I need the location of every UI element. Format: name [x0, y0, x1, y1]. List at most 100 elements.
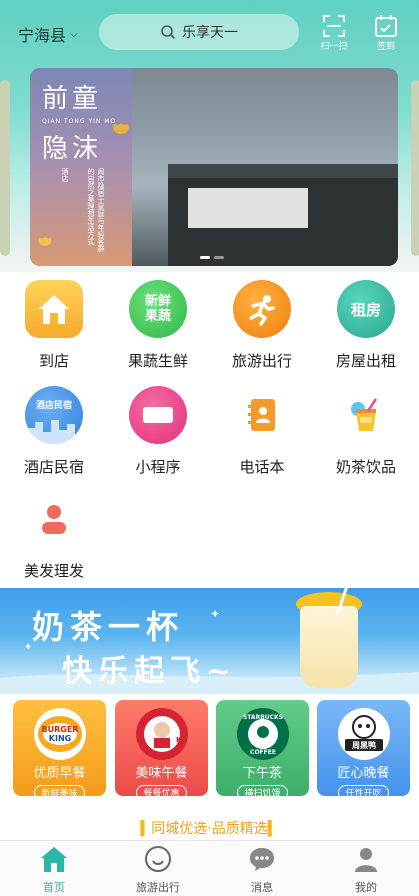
burger-king-logo-icon: BURGER KING [33, 708, 86, 760]
category-fresh-produce[interactable]: 新鲜果蔬 果蔬生鲜 [106, 280, 210, 371]
header: 宁海县 ⌵ 乐享天一 扫一扫 签到 前童 QIAN TONG YIN MO 隐沫… [0, 0, 419, 272]
category-travel[interactable]: 旅游出行 [210, 280, 314, 371]
card-title: 匠心晚餐 [337, 766, 390, 781]
category-label: 房屋出租 [335, 352, 396, 370]
city-selector[interactable]: 宁海县 ⌵ [18, 22, 78, 46]
nav-home[interactable]: 首页 [2, 845, 106, 895]
starbucks-logo-icon: STARBUCKS COFFEE [236, 708, 289, 760]
fresh-produce-badge: 新鲜果蔬 [144, 294, 171, 324]
home-icon [41, 847, 67, 872]
search-icon [161, 25, 176, 40]
nav-label: 首页 [43, 881, 65, 894]
card-title: 优质早餐 [33, 766, 86, 781]
promo-banner[interactable]: 前童 QIAN TONG YIN MO 隐沫 酒店 闹市隐居于家庭与年轻客群的自… [30, 68, 398, 266]
svg-text:BURGER: BURGER [41, 725, 78, 734]
banner-peek-left [0, 80, 10, 256]
svg-text:COFFEE: COFFEE [250, 749, 276, 756]
nav-label: 我的 [355, 881, 377, 894]
nav-mine[interactable]: 我的 [314, 845, 418, 895]
house-icon [25, 280, 83, 338]
category-hair-salon[interactable]: 美发理发 [2, 490, 106, 581]
zhouheiya-logo-icon: 周黑鸭 [337, 708, 390, 760]
banner-text-panel: 前童 QIAN TONG YIN MO 隐沫 酒店 闹市隐居于家庭与年轻客群的自… [30, 68, 132, 266]
banner-peek-right [411, 80, 419, 256]
carousel-dot [200, 256, 210, 259]
banner-title-2: 隐沫 [42, 134, 103, 164]
category-label: 旅游出行 [231, 352, 292, 370]
bottom-nav: 首页 旅游出行 消息 我的 [0, 840, 419, 896]
hotel-icon: 酒店民宿 [25, 386, 83, 444]
search-query: 乐享天一 [182, 25, 238, 41]
nav-label: 旅游出行 [136, 881, 180, 894]
checkin-button[interactable]: 签到 [368, 14, 404, 52]
fresh-produce-icon: 新鲜果蔬 [129, 280, 187, 338]
chevron-down-icon: ⌵ [70, 28, 78, 40]
slogan-bars-right-icon: ▍ [267, 821, 279, 837]
carousel-dot [214, 256, 224, 259]
svg-text:✦: ✦ [210, 607, 220, 621]
drink-icon [337, 386, 395, 444]
category-label: 小程序 [135, 458, 181, 476]
slogan: ▍同城优选·品质精选▍ [0, 818, 419, 838]
scan-icon [323, 15, 345, 37]
calendar-check-icon [375, 15, 397, 37]
category-grid: 到店 新鲜果蔬 果蔬生鲜 旅游出行 租房 房屋出租 酒店民宿 酒店民宿 小程序 [0, 272, 419, 588]
milk-tea-line2: 快乐起飞~ [62, 654, 238, 689]
kfc-logo-icon: KFC [135, 708, 188, 760]
category-label: 到店 [38, 352, 69, 370]
category-label: 电话本 [239, 458, 285, 476]
category-label: 美发理发 [23, 562, 84, 580]
category-mini-program[interactable]: 小程序 [106, 386, 210, 477]
svg-text:STARBUCKS: STARBUCKS [242, 714, 282, 721]
food-section: BURGERKING 优质早餐 新鲜美味 KFC 美味午餐 餐餐优惠 STARB… [0, 694, 419, 840]
svg-text:周黑鸭: 周黑鸭 [352, 740, 376, 750]
nav-label: 消息 [251, 881, 273, 894]
person-icon [25, 490, 83, 548]
card-dinner[interactable]: 周黑鸭 匠心晚餐 任性开吃 [317, 700, 410, 800]
category-hotel[interactable]: 酒店民宿 酒店民宿 [2, 386, 106, 477]
category-drinks[interactable]: 奶茶饮品 [314, 386, 418, 477]
search-bar[interactable]: 乐享天一 [99, 14, 299, 50]
milk-tea-cup-icon [300, 606, 358, 688]
category-label: 奶茶饮品 [335, 458, 396, 476]
milk-tea-line1: 奶茶一杯 [32, 608, 185, 646]
svg-text:KFC: KFC [176, 736, 184, 744]
card-title: 美味午餐 [135, 766, 188, 781]
category-rental[interactable]: 租房 房屋出租 [314, 280, 418, 371]
category-label: 酒店民宿 [23, 458, 84, 476]
mini-program-icon [129, 386, 187, 444]
card-afternoon-tea[interactable]: STARBUCKS COFFEE 下午茶 横扫饥饿 [216, 700, 309, 800]
slogan-text: 同城优选·品质精选 [151, 821, 268, 837]
card-tag: 新鲜美味 [34, 785, 85, 800]
nav-travel[interactable]: 旅游出行 [106, 845, 210, 895]
category-to-store[interactable]: 到店 [2, 280, 106, 371]
card-title: 下午茶 [242, 766, 282, 781]
user-icon [355, 848, 377, 872]
house-image [168, 164, 398, 266]
milk-tea-banner[interactable]: ✦ ✦ 奶茶一杯 快乐起飞~ [0, 588, 419, 694]
scan-button[interactable]: 扫一扫 [316, 14, 352, 52]
card-breakfast[interactable]: BURGER KING 优质早餐 新鲜美味 [13, 700, 106, 800]
banner-title-1: 前童 [42, 84, 103, 114]
category-phonebook[interactable]: 电话本 [210, 386, 314, 477]
scan-label: 扫一扫 [320, 42, 348, 52]
rent-badge: 租房 [350, 300, 381, 319]
category-label: 果蔬生鲜 [127, 352, 188, 370]
svg-text:KING: KING [48, 734, 70, 743]
city-label: 宁海县 [18, 26, 67, 45]
banner-side-text-1: 酒店 [61, 168, 69, 182]
banner-side-text-2: 闹市隐居于家庭与年轻客群的自然之美理想生活方式 [87, 168, 105, 252]
nav-messages[interactable]: 消息 [210, 845, 314, 895]
banner-pinyin: QIAN TONG YIN MO [42, 118, 117, 125]
card-tag: 横扫饥饿 [237, 785, 288, 800]
straw-icon [335, 588, 348, 616]
runner-icon [233, 280, 291, 338]
carousel-dots [200, 256, 224, 259]
smile-icon [145, 846, 171, 872]
slogan-bars-left-icon: ▍ [140, 821, 152, 837]
ginkgo-leaf-icon [113, 123, 129, 142]
card-tag: 餐餐优惠 [136, 785, 187, 800]
house-wall [188, 188, 308, 228]
card-lunch[interactable]: KFC 美味午餐 餐餐优惠 [115, 700, 208, 800]
card-tag: 任性开吃 [338, 785, 389, 800]
